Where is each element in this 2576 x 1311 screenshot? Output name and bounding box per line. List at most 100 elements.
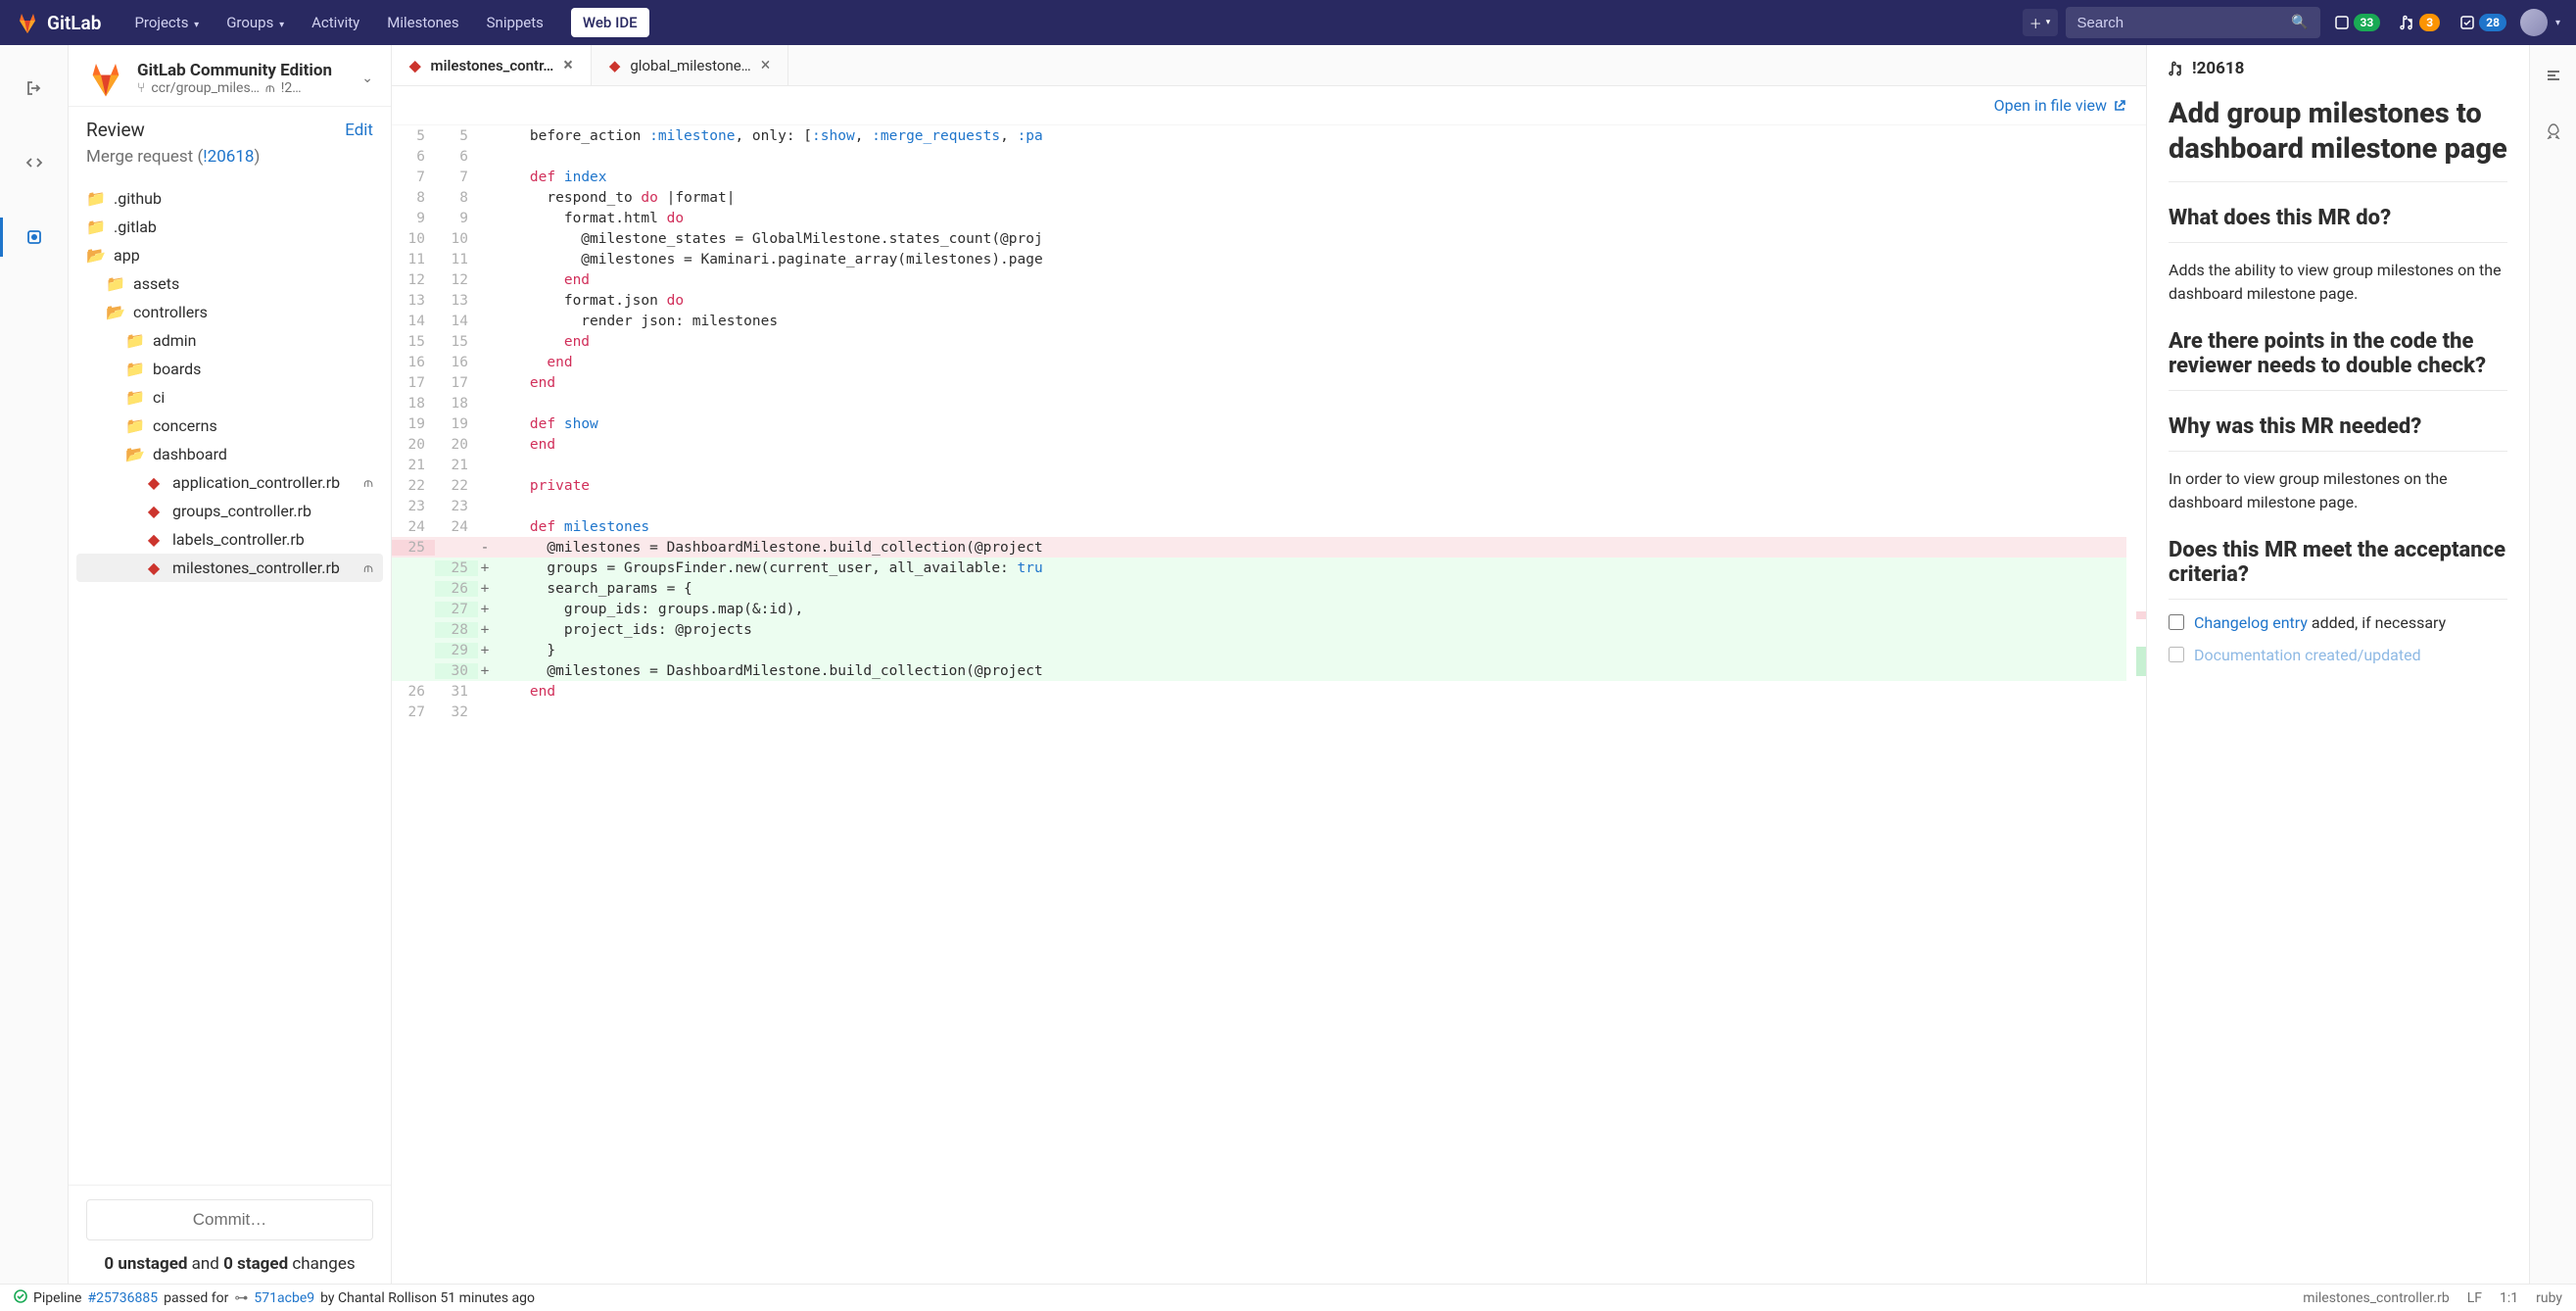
code-line[interactable]: 55 before_action :milestone, only: [:sho… — [392, 125, 2126, 146]
project-header[interactable]: GitLab Community Edition ⑂ccr/group_mile… — [69, 45, 391, 107]
code-line[interactable]: 27+ group_ids: groups.map(&:id), — [392, 599, 2126, 619]
branch-icon: ⑂ — [137, 80, 145, 96]
tree-folder[interactable]: 📁assets — [76, 269, 383, 298]
rail-review[interactable] — [15, 218, 54, 257]
mr-link[interactable]: !20618 — [203, 147, 254, 167]
tree-label: labels_controller.rb — [172, 530, 305, 549]
merge-request-icon: ⫙ — [265, 80, 275, 96]
webide-button[interactable]: Web IDE — [571, 8, 649, 37]
tree-folder[interactable]: 📁concerns — [76, 412, 383, 440]
code-line[interactable]: 1515 end — [392, 331, 2126, 352]
code-line[interactable]: 25- @milestones = DashboardMilestone.bui… — [392, 537, 2126, 558]
code-line[interactable]: 66 — [392, 146, 2126, 167]
acceptance-checkbox[interactable] — [2169, 614, 2184, 630]
tree-file[interactable]: ◆labels_controller.rb — [76, 525, 383, 554]
todos-badge[interactable]: 28 — [2454, 10, 2512, 35]
ruby-icon: ◆ — [145, 473, 163, 492]
mr-why-body: In order to view group milestones on the… — [2169, 467, 2507, 514]
tree-file[interactable]: ◆milestones_controller.rb⫙ — [76, 554, 383, 582]
mr-check-heading: Are there points in the code the reviewe… — [2169, 329, 2507, 391]
issue-icon — [2334, 15, 2350, 30]
code-line[interactable]: 28+ project_ids: @projects — [392, 619, 2126, 640]
code-line[interactable]: 2323 — [392, 496, 2126, 516]
issues-badge[interactable]: 33 — [2328, 10, 2387, 35]
code-line[interactable]: 1717 end — [392, 372, 2126, 393]
commit-button[interactable]: Commit… — [86, 1199, 373, 1240]
code-line[interactable]: 1414 render json: milestones — [392, 311, 2126, 331]
open-in-file-view-link[interactable]: Open in file view — [1994, 96, 2126, 115]
code-line[interactable]: 2222 private — [392, 475, 2126, 496]
pipeline-link[interactable]: #25736885 — [88, 1290, 159, 1306]
gitlab-icon — [16, 11, 39, 34]
acceptance-item: Documentation created/updated — [2169, 646, 2507, 664]
nav-milestones[interactable]: Milestones — [377, 8, 468, 37]
editor-tabs: ◆milestones_contr…×◆global_milestone…× — [392, 45, 2146, 86]
code-line[interactable]: 1919 def show — [392, 413, 2126, 434]
nav-activity[interactable]: Activity — [302, 8, 369, 37]
code-line[interactable]: 1818 — [392, 393, 2126, 413]
tree-folder[interactable]: 📂dashboard — [76, 440, 383, 468]
tree-folder[interactable]: 📁.gitlab — [76, 213, 383, 241]
code-line[interactable]: 1010 @milestone_states = GlobalMilestone… — [392, 228, 2126, 249]
plus-dropdown[interactable]: ＋▾ — [2023, 9, 2058, 36]
folder-icon: 📁 — [125, 416, 143, 435]
code-line[interactable]: 29+ } — [392, 640, 2126, 660]
code-line[interactable]: 30+ @milestones = DashboardMilestone.bui… — [392, 660, 2126, 681]
code-line[interactable]: 26+ search_params = { — [392, 578, 2126, 599]
code-line[interactable]: 2020 end — [392, 434, 2126, 455]
code-line[interactable]: 88 respond_to do |format| — [392, 187, 2126, 208]
tree-folder[interactable]: 📁admin — [76, 326, 383, 355]
rail-pipelines[interactable] — [2546, 123, 2561, 143]
minimap[interactable] — [2126, 125, 2146, 1284]
nav-links: Projects ▾ Groups ▾ Activity Milestones … — [124, 8, 552, 37]
search-box[interactable]: 🔍 — [2066, 7, 2320, 38]
nav-snippets[interactable]: Snippets — [477, 8, 553, 37]
acceptance-checkbox[interactable] — [2169, 647, 2184, 662]
tree-folder[interactable]: 📂app — [76, 241, 383, 269]
rail-explorer[interactable] — [15, 69, 54, 108]
file-tree: 📁.github📁.gitlab📂app📁assets📂controllers📁… — [69, 180, 391, 1185]
tree-file[interactable]: ◆ groups_controller.rb — [76, 497, 383, 525]
docs-link[interactable]: Documentation created/updated — [2194, 646, 2421, 664]
brand-logo[interactable]: GitLab — [16, 11, 101, 34]
tree-folder[interactable]: 📁boards — [76, 355, 383, 383]
tree-folder[interactable]: 📁.github — [76, 184, 383, 213]
right-rail — [2529, 45, 2576, 1284]
editor-tab[interactable]: ◆milestones_contr…× — [392, 45, 592, 85]
code-editor[interactable]: 55 before_action :milestone, only: [:sho… — [392, 125, 2126, 1284]
tree-file[interactable]: ◆application_controller.rb⫙ — [76, 468, 383, 497]
ruby-icon: ◆ — [145, 502, 163, 520]
rail-toggle[interactable] — [2545, 67, 2562, 88]
tree-folder[interactable]: 📂controllers — [76, 298, 383, 326]
search-input[interactable] — [2077, 15, 2292, 31]
merge-requests-badge[interactable]: 3 — [2394, 10, 2446, 35]
changelog-link[interactable]: Changelog entry — [2194, 613, 2308, 632]
code-line[interactable]: 99 format.html do — [392, 208, 2126, 228]
project-caret[interactable]: ⌄ — [361, 71, 373, 86]
folder-open-icon: 📂 — [106, 303, 123, 321]
code-line[interactable]: 2732 — [392, 702, 2126, 722]
mr-why-heading: Why was this MR needed? — [2169, 414, 2507, 452]
code-line[interactable]: 2121 — [392, 455, 2126, 475]
nav-projects[interactable]: Projects ▾ — [124, 8, 209, 37]
rail-source[interactable] — [15, 143, 54, 182]
close-icon[interactable]: × — [563, 55, 573, 75]
code-line[interactable]: 1313 format.json do — [392, 290, 2126, 311]
edit-link[interactable]: Edit — [345, 121, 373, 140]
tree-folder[interactable]: 📁ci — [76, 383, 383, 412]
code-line[interactable]: 1616 end — [392, 352, 2126, 372]
chevron-down-icon: ▾ — [194, 20, 199, 30]
avatar[interactable] — [2520, 9, 2548, 36]
code-line[interactable]: 1212 end — [392, 269, 2126, 290]
commit-link[interactable]: 571acbe9 — [254, 1290, 314, 1306]
nav-groups[interactable]: Groups ▾ — [216, 8, 294, 37]
code-line[interactable]: 2424 def milestones — [392, 516, 2126, 537]
code-line[interactable]: 2631 end — [392, 681, 2126, 702]
code-line[interactable]: 25+ groups = GroupsFinder.new(current_us… — [392, 558, 2126, 578]
top-nav: GitLab Projects ▾ Groups ▾ Activity Mile… — [0, 0, 2576, 45]
close-icon[interactable]: × — [761, 55, 771, 75]
code-line[interactable]: 1111 @milestones = Kaminari.paginate_arr… — [392, 249, 2126, 269]
tree-label: groups_controller.rb — [172, 502, 311, 520]
code-line[interactable]: 77 def index — [392, 167, 2126, 187]
editor-tab[interactable]: ◆global_milestone…× — [592, 45, 789, 85]
